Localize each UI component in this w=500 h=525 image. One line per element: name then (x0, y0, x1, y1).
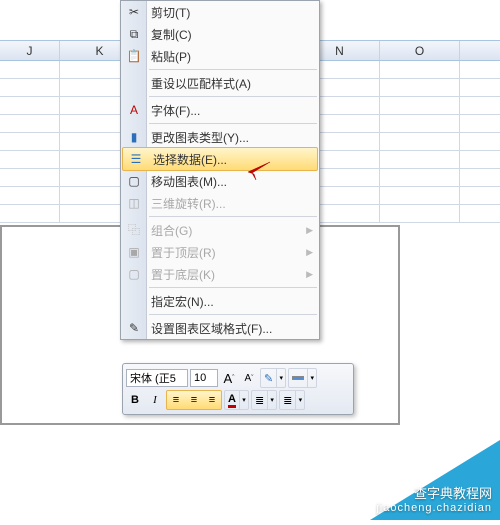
menu-item-label: 字体(F)... (151, 102, 200, 119)
menu-item-label: 更改图表类型(Y)... (151, 129, 249, 146)
menu-item-label: 三维旋转(R)... (151, 195, 226, 212)
menu-item[interactable]: ⧉ 复制(C) (121, 23, 319, 45)
font-selector[interactable]: 宋体 (正5 (126, 369, 188, 387)
menu-item: ▢ 置于底层(K) ▶ (121, 263, 319, 285)
grow-font-button[interactable]: Aˆ (220, 368, 238, 388)
col-header[interactable]: O (380, 41, 460, 60)
menu-item[interactable]: ▮ 更改图表类型(Y)... (121, 126, 319, 148)
menu-item-icon: A (125, 101, 143, 119)
menu-item-label: 移动图表(M)... (151, 173, 227, 190)
menu-separator (149, 314, 317, 315)
menu-item-label: 粘贴(P) (151, 48, 191, 65)
menu-item-icon: ✂ (125, 3, 143, 21)
indent-increase-button[interactable]: ≣▾ (279, 390, 305, 410)
menu-separator (149, 96, 317, 97)
font-color-dropdown[interactable]: A▾ (224, 390, 249, 410)
menu-item-icon: 📋 (125, 47, 143, 65)
menu-item: ⿻组合(G) ▶ (121, 219, 319, 241)
menu-item-icon: ▢ (125, 265, 143, 283)
menu-item-icon: ☰ (127, 150, 145, 168)
align-group[interactable]: ≡ ≡ ≡ (166, 390, 222, 410)
menu-item-label: 设置图表区域格式(F)... (151, 320, 272, 337)
menu-item: ▣ 置于顶层(R) ▶ (121, 241, 319, 263)
font-size-selector[interactable]: 10 (190, 369, 218, 387)
menu-item-icon: ✎ (125, 319, 143, 337)
menu-item-icon: ▮ (125, 128, 143, 146)
annotation-arrow-icon (242, 160, 272, 180)
menu-separator (149, 69, 317, 70)
watermark-title: 查字典教程网 (376, 483, 492, 502)
mini-toolbar: 宋体 (正5 10 Aˆ Aˇ ✎▾ ▾ B I ≡ ≡ ≡ A▾ ≣▾ ≣▾ (122, 363, 354, 415)
indent-decrease-button[interactable]: ≣▾ (251, 390, 277, 410)
menu-item[interactable]: 指定宏(N)... (121, 290, 319, 312)
menu-item[interactable]: ✎ 设置图表区域格式(F)... (121, 317, 319, 339)
menu-item-label: 指定宏(N)... (151, 293, 214, 310)
menu-item[interactable]: ✂ 剪切(T) (121, 1, 319, 23)
menu-separator (149, 123, 317, 124)
menu-item-label: 选择数据(E)... (153, 151, 227, 168)
submenu-arrow-icon: ▶ (306, 247, 313, 258)
menu-item: ◫ 三维旋转(R)... (121, 192, 319, 214)
watermark: 查字典教程网 jiaocheng.chazidian (310, 420, 500, 520)
menu-item-label: 复制(C) (151, 26, 192, 43)
menu-item-icon: ▣ (125, 243, 143, 261)
submenu-arrow-icon: ▶ (306, 225, 313, 236)
watermark-url: jiaocheng.chazidian (376, 502, 492, 514)
menu-item[interactable]: ▢ 移动图表(M)... (121, 170, 319, 192)
align-left-button[interactable]: ≡ (167, 391, 185, 409)
menu-separator (149, 216, 317, 217)
menu-separator (149, 287, 317, 288)
menu-item-label: 置于顶层(R) (151, 244, 216, 261)
menu-item-label: 置于底层(K) (151, 266, 215, 283)
align-right-button[interactable]: ≡ (203, 391, 221, 409)
menu-item-icon: ⧉ (125, 25, 143, 43)
menu-item-icon: ⿻ (125, 221, 143, 239)
context-menu: ✂ 剪切(T) ⧉ 复制(C) 📋 粘贴(P) 重设以匹配样式(A) A 字体(F)... ▮ 更改… (120, 0, 320, 340)
menu-item[interactable]: A 字体(F)... (121, 99, 319, 121)
style-dropdown[interactable]: ✎▾ (260, 368, 286, 388)
menu-item-label: 组合(G) (151, 222, 192, 239)
menu-item-label: 重设以匹配样式(A) (151, 75, 251, 92)
menu-item[interactable]: 重设以匹配样式(A) (121, 72, 319, 94)
italic-button[interactable]: I (146, 390, 164, 410)
shrink-font-button[interactable]: Aˇ (240, 368, 258, 388)
menu-item-icon: ◫ (125, 194, 143, 212)
align-center-button[interactable]: ≡ (185, 391, 203, 409)
bold-button[interactable]: B (126, 390, 144, 410)
submenu-arrow-icon: ▶ (306, 269, 313, 280)
menu-item[interactable]: ☰ 选择数据(E)... (122, 147, 318, 171)
menu-item-icon (125, 74, 143, 92)
fill-dropdown[interactable]: ▾ (288, 368, 317, 388)
menu-item[interactable]: 📋 粘贴(P) (121, 45, 319, 67)
menu-item-icon (125, 292, 143, 310)
col-header[interactable]: J (0, 41, 60, 60)
menu-item-label: 剪切(T) (151, 4, 190, 21)
menu-item-icon: ▢ (125, 172, 143, 190)
